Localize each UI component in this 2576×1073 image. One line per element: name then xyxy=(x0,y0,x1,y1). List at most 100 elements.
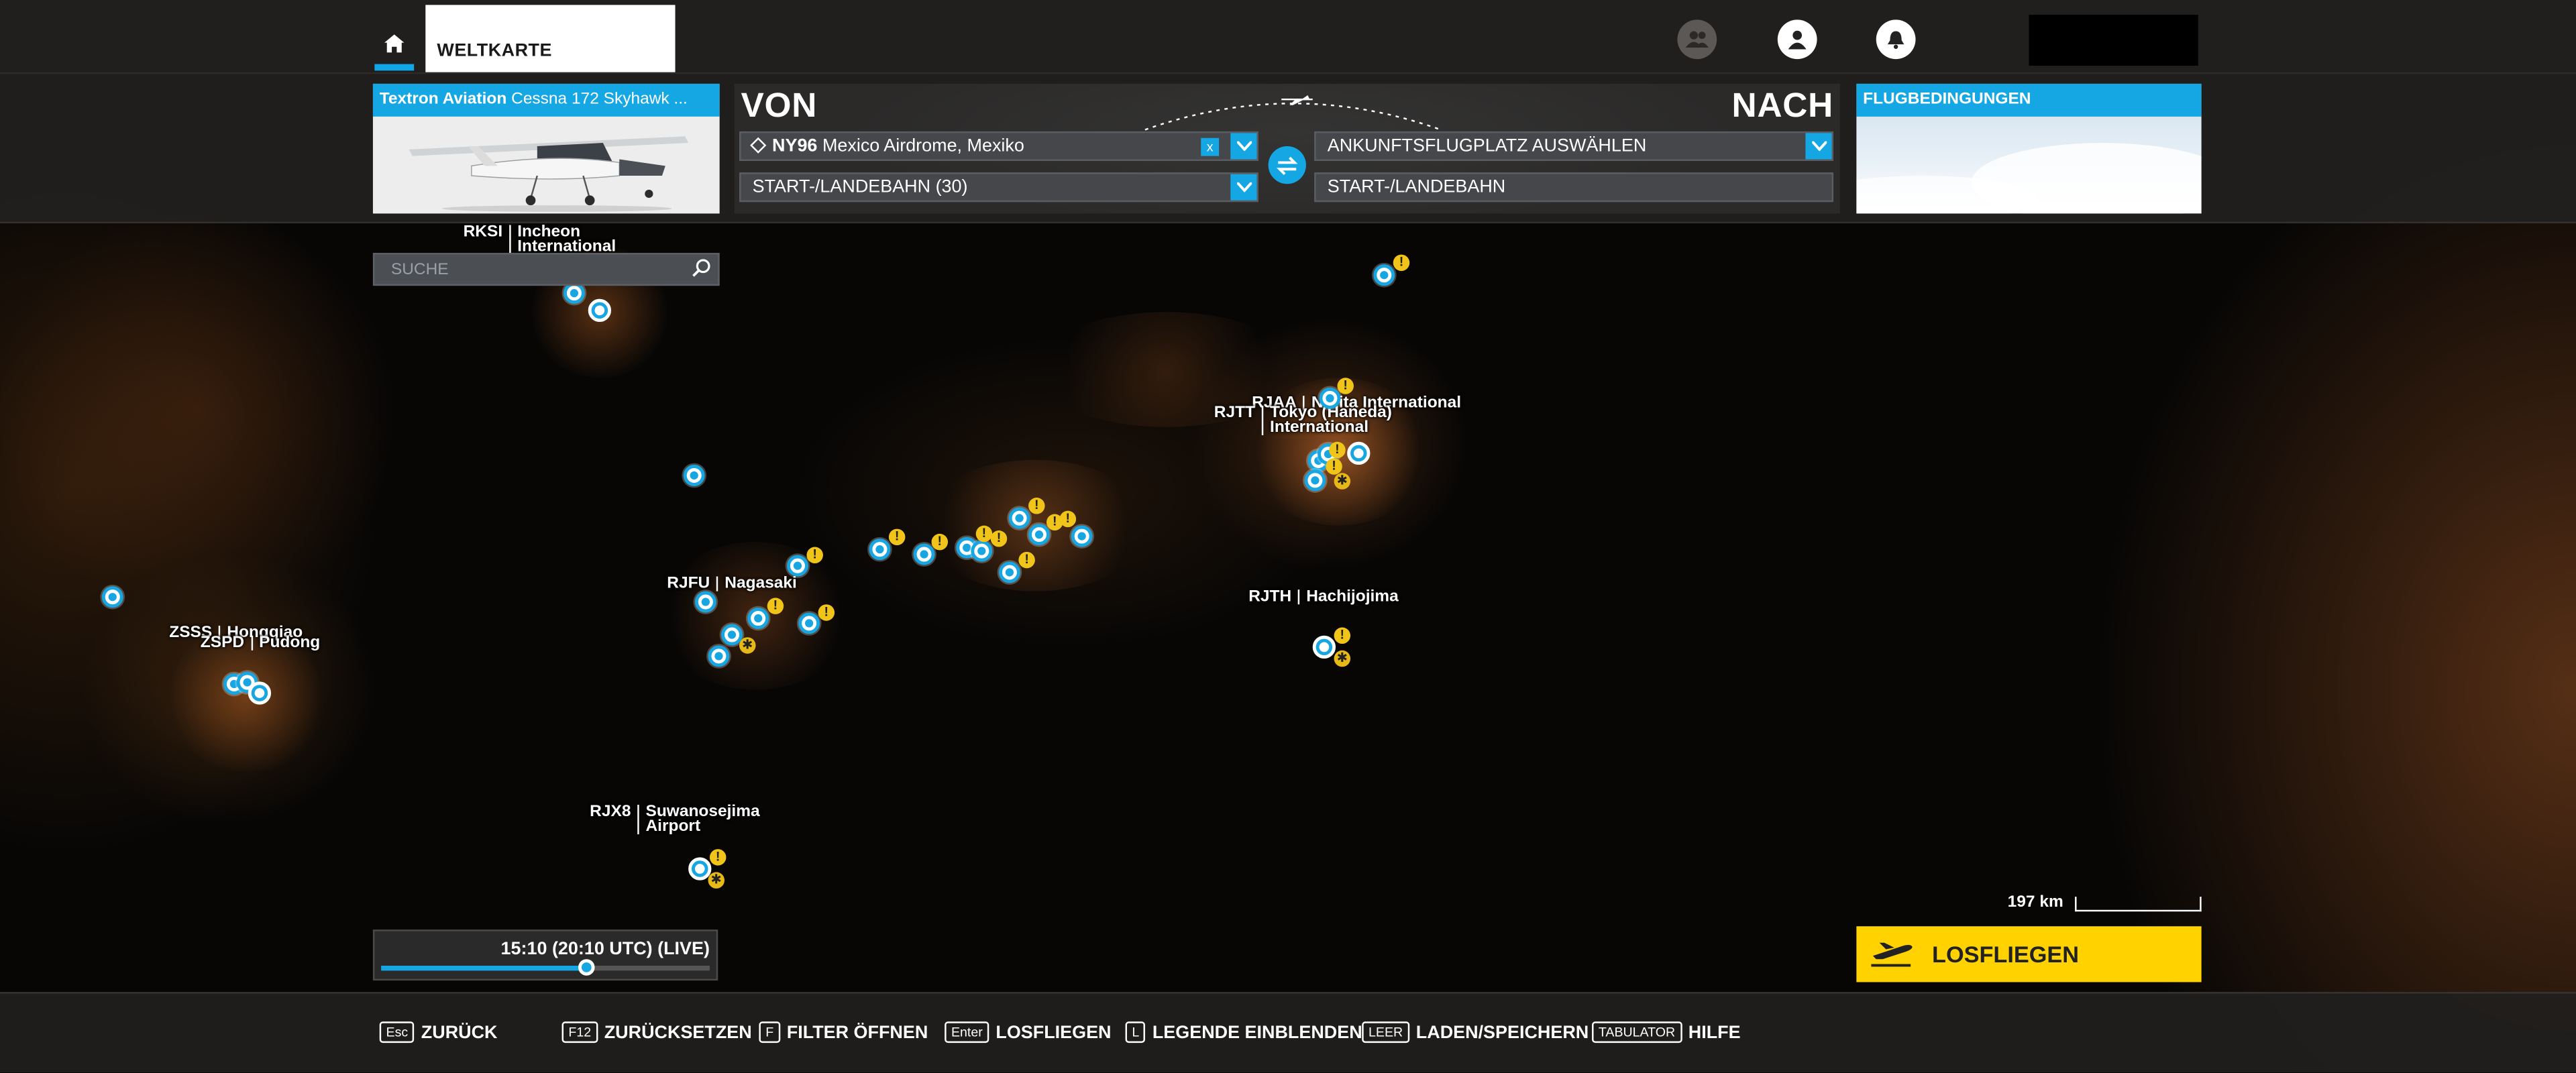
notification-bell-icon[interactable] xyxy=(1876,19,1916,60)
key-enter: Enter xyxy=(945,1021,989,1043)
key-esc: Esc xyxy=(379,1021,415,1043)
airport-marker-selected[interactable] xyxy=(248,681,272,705)
airport-marker[interactable] xyxy=(1008,507,1030,529)
airport-marker[interactable] xyxy=(998,561,1020,583)
hint-filter[interactable]: F FILTER ÖFFNEN xyxy=(759,1021,928,1043)
hint-reset[interactable]: F12 ZURÜCKSETZEN xyxy=(561,1021,752,1043)
flight-conditions-card[interactable]: FLUGBEDINGUNGEN xyxy=(1856,83,2202,214)
airport-marker[interactable] xyxy=(708,645,730,667)
airport-marker[interactable] xyxy=(101,586,123,608)
key-space: LEER xyxy=(1362,1021,1409,1043)
chevron-down-icon xyxy=(1812,141,1827,152)
star-icon: ✱ xyxy=(739,637,756,654)
tab-weltkarte[interactable]: WELTKARTE xyxy=(425,5,676,72)
flight-conditions-title: FLUGBEDINGUNGEN xyxy=(1856,83,2202,117)
airport-label-rjth[interactable]: RJTH Hachijojima xyxy=(1248,589,1399,605)
warning-icon: ! xyxy=(818,604,835,621)
airport-marker[interactable] xyxy=(694,591,716,613)
key-f12: F12 xyxy=(561,1021,598,1043)
arrival-dropdown-button[interactable] xyxy=(1805,133,1832,160)
star-icon: ✱ xyxy=(1334,473,1351,490)
airport-marker[interactable] xyxy=(1319,387,1341,409)
airport-marker[interactable] xyxy=(913,543,935,565)
airport-marker[interactable] xyxy=(1028,524,1050,546)
departure-diamond-icon xyxy=(750,137,767,154)
hint-load-save[interactable]: LEER LADEN/SPEICHERN xyxy=(1362,1021,1589,1043)
airport-marker[interactable] xyxy=(1373,264,1395,286)
airport-marker-selected[interactable] xyxy=(1347,441,1371,465)
departure-runway-dropdown-button[interactable] xyxy=(1230,174,1257,201)
departure-runway-field[interactable]: START-/LANDEBAHN (30) xyxy=(739,172,1258,203)
time-slider-handle[interactable] xyxy=(578,959,595,976)
warning-icon: ! xyxy=(1326,458,1342,475)
departure-field[interactable]: NY96 Mexico Airdrome, Mexiko x xyxy=(739,131,1258,162)
search-icon[interactable] xyxy=(692,258,711,282)
airport-marker[interactable] xyxy=(683,465,705,486)
clear-departure-button[interactable]: x xyxy=(1201,137,1220,156)
arrival-runway-field[interactable]: START-/LANDEBAHN xyxy=(1314,172,1834,203)
warning-icon: ! xyxy=(767,598,784,614)
warning-icon: ! xyxy=(888,528,906,546)
warning-icon: ! xyxy=(1059,510,1077,528)
city-lights-china xyxy=(0,196,394,624)
warning-icon: ! xyxy=(990,530,1008,547)
world-map-screen: RKSI Incheon International RJAA Narita In… xyxy=(0,0,2576,1073)
top-bar: WELTKARTE xyxy=(0,0,2576,72)
multiplayer-icon[interactable] xyxy=(1677,19,1717,60)
airport-marker[interactable] xyxy=(747,608,769,629)
warning-icon: ! xyxy=(709,849,727,866)
aircraft-card[interactable]: Textron Aviation Cessna 172 Skyhawk ... xyxy=(372,83,720,214)
map-scale-text: 197 km xyxy=(2007,893,2063,912)
time-slider-fill xyxy=(381,966,587,971)
airport-marker[interactable] xyxy=(1304,469,1326,492)
warning-icon: ! xyxy=(1393,254,1410,272)
departure-dropdown-button[interactable] xyxy=(1230,133,1257,160)
to-heading: NACH xyxy=(1731,87,1834,125)
home-tab[interactable] xyxy=(374,26,415,71)
hint-legend[interactable]: L LEGENDE EINBLENDEN xyxy=(1125,1021,1362,1043)
route-arc xyxy=(1144,95,1442,131)
fly-button[interactable]: LOSFLIEGEN xyxy=(1856,926,2202,982)
aircraft-image xyxy=(372,116,720,214)
airport-marker[interactable] xyxy=(798,612,820,634)
chevron-down-icon xyxy=(1237,182,1252,192)
arrival-field[interactable]: ANKUNFTSFLUGPLATZ AUSWÄHLEN xyxy=(1314,131,1834,162)
airport-label-rksi[interactable]: RKSI Incheon International xyxy=(464,224,616,256)
profile-icon[interactable] xyxy=(1777,19,1817,60)
airport-marker[interactable] xyxy=(1071,525,1093,547)
airport-marker-selected[interactable] xyxy=(1312,635,1336,659)
star-icon: ✱ xyxy=(1334,650,1351,667)
swap-route-button[interactable] xyxy=(1268,146,1306,184)
hint-fly[interactable]: Enter LOSFLIEGEN xyxy=(945,1021,1112,1043)
time-slider-panel[interactable]: 15:10 (20:10 UTC) (LIVE) xyxy=(372,929,718,981)
hint-help[interactable]: TABULATOR HILFE xyxy=(1592,1021,1741,1043)
from-heading: VON xyxy=(741,87,818,125)
takeoff-icon xyxy=(1871,942,1913,967)
warning-icon: ! xyxy=(931,533,949,551)
key-l: L xyxy=(1125,1021,1146,1043)
route-panel: VON NACH NY96 Mexico Airdrome, Mexiko x … xyxy=(734,83,1840,214)
chevron-down-icon xyxy=(1237,141,1252,152)
airport-label-rjfu[interactable]: RJFU Nagasaki xyxy=(667,575,797,591)
airport-label-rjtt[interactable]: RJTT Tokyo (Haneda) International xyxy=(1214,405,1392,437)
warning-icon: ! xyxy=(806,547,823,564)
airport-marker[interactable] xyxy=(787,555,808,577)
warning-icon: ! xyxy=(975,525,993,543)
airport-label-zspd[interactable]: ZSPD Pudong xyxy=(201,635,321,651)
warning-icon: ! xyxy=(1329,441,1346,459)
map-scale-bar xyxy=(2075,897,2202,912)
search-input[interactable]: SUCHE xyxy=(372,253,720,286)
sky-image xyxy=(1856,143,2202,214)
warning-icon: ! xyxy=(1334,627,1351,644)
redacted-user-box xyxy=(2029,15,2198,66)
key-tab: TABULATOR xyxy=(1592,1021,1682,1043)
airport-marker-selected[interactable] xyxy=(588,298,612,323)
swap-icon xyxy=(1277,156,1298,174)
key-f: F xyxy=(759,1021,780,1043)
hint-back[interactable]: Esc ZURÜCK xyxy=(379,1021,498,1043)
airport-marker[interactable] xyxy=(971,540,993,562)
home-icon xyxy=(384,30,405,60)
airport-marker[interactable] xyxy=(869,539,891,561)
airport-label-rjx8[interactable]: RJX8 Suwanosejima Airport xyxy=(590,804,759,836)
time-slider[interactable] xyxy=(381,959,710,976)
